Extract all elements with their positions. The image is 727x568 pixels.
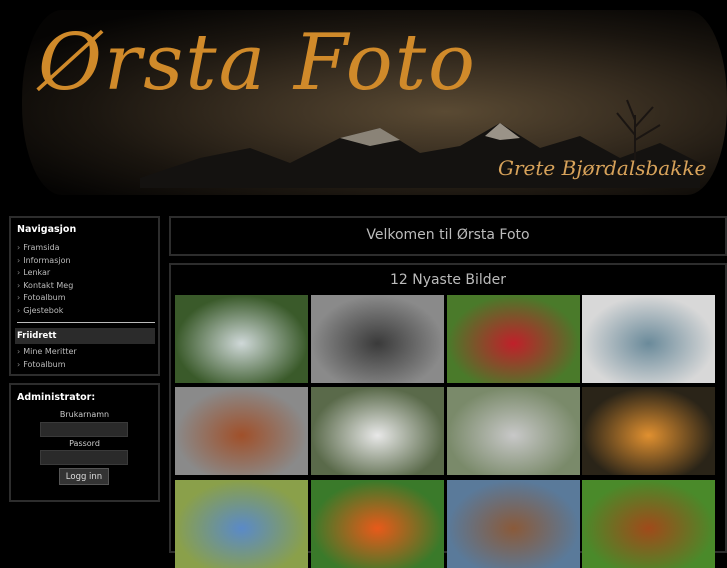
gallery-thumbnail-red-squirrel[interactable]	[175, 387, 308, 475]
nav-link-framsida[interactable]: Framsida	[17, 242, 73, 255]
gallery-thumbnail-gerbera-flower[interactable]	[311, 480, 444, 568]
nav-link-informasjon[interactable]: Informasjon	[17, 255, 73, 268]
nav-link-friidrett-fotoalbum[interactable]: Fotoalbum	[17, 359, 77, 372]
password-label: Passord	[69, 439, 100, 448]
nav-section-friidrett: Friidrett	[15, 328, 155, 344]
admin-heading: Administrator:	[17, 392, 96, 403]
gallery-thumbnail-wrecked-car[interactable]	[311, 295, 444, 383]
nav-link-lenkar[interactable]: Lenkar	[17, 267, 73, 280]
friidrett-list: Mine Meritter Fotoalbum	[17, 346, 77, 372]
gallery-thumbnail-harbor-town[interactable]	[447, 480, 580, 568]
navigation-list: Framsida Informasjon Lenkar Kontakt Meg …	[17, 242, 73, 317]
nav-link-fotoalbum[interactable]: Fotoalbum	[17, 292, 73, 305]
welcome-heading: Velkomen til Ørsta Foto	[366, 227, 530, 243]
nav-link-gjestebok[interactable]: Gjestebok	[17, 305, 73, 318]
username-input[interactable]	[40, 422, 128, 437]
tree-silhouette	[616, 99, 661, 165]
gallery-heading: 12 Nyaste Bilder	[389, 272, 507, 288]
site-banner: Ørsta Foto Grete Bjørdalsbakke	[0, 0, 727, 212]
password-input[interactable]	[40, 450, 128, 465]
gallery-thumbnail-setter-dog[interactable]	[582, 480, 715, 568]
gallery-thumbnail-misty-lake[interactable]	[582, 295, 715, 383]
gallery-panel: 12 Nyaste Bilder	[169, 263, 727, 568]
admin-login-panel: Administrator: Brukarnamn Passord Logg i…	[9, 383, 160, 502]
gallery-thumbnail-waterfall-forest[interactable]	[175, 295, 308, 383]
welcome-panel: Velkomen til Ørsta Foto	[169, 216, 727, 256]
gallery-thumbnail-mountain-meadow[interactable]	[175, 480, 308, 568]
nav-link-kontakt[interactable]: Kontakt Meg	[17, 280, 73, 293]
nav-divider	[17, 322, 155, 323]
site-title: Ørsta Foto	[38, 18, 478, 108]
gallery-thumbnail-red-poppy-bud[interactable]	[447, 295, 580, 383]
gallery-thumbnail-river-valley[interactable]	[311, 387, 444, 475]
login-button[interactable]: Logg inn	[59, 468, 109, 485]
gallery-thumbnail-sheep-mountains[interactable]	[447, 387, 580, 475]
site-subtitle: Grete Bjørdalsbakke	[498, 156, 707, 180]
gallery-thumbnail-sunset-sea[interactable]	[582, 387, 715, 475]
username-label: Brukarnamn	[59, 410, 110, 419]
navigation-panel: Navigasjon Framsida Informasjon Lenkar K…	[9, 216, 160, 376]
nav-link-mine-meritter[interactable]: Mine Meritter	[17, 346, 76, 359]
navigation-heading: Navigasjon	[17, 224, 77, 235]
